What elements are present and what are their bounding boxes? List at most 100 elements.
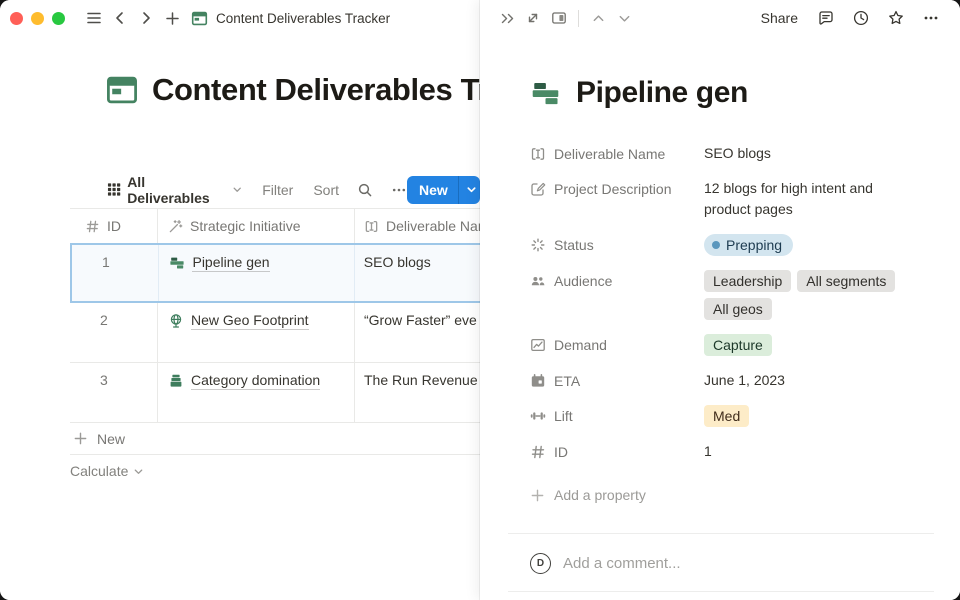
new-tab-button[interactable] <box>159 5 185 31</box>
history-button[interactable] <box>848 5 874 31</box>
hash-icon <box>530 444 546 460</box>
more-options-button[interactable] <box>918 5 944 31</box>
new-record-button[interactable]: New <box>407 176 458 204</box>
demand-tag[interactable]: Capture <box>704 334 772 356</box>
property-label-text: Status <box>554 237 594 253</box>
property-label[interactable]: ID <box>530 441 704 460</box>
audience-tag[interactable]: All segments <box>797 270 895 292</box>
stacked-books-icon <box>168 373 184 389</box>
hamburger-icon <box>85 9 103 27</box>
share-button[interactable]: Share <box>755 10 804 26</box>
star-icon <box>887 9 905 27</box>
sidebar-toggle-button[interactable] <box>81 5 107 31</box>
initiative-link[interactable]: Pipeline gen <box>169 254 353 272</box>
property-value[interactable]: 1 <box>704 441 712 462</box>
property-label-text: ETA <box>554 373 580 389</box>
next-record-button[interactable] <box>611 5 637 31</box>
filter-button[interactable]: Filter <box>262 182 293 198</box>
cell-id[interactable]: 3 <box>70 363 158 422</box>
property-label[interactable]: Status <box>530 234 704 253</box>
audience-tag[interactable]: Leadership <box>704 270 791 292</box>
page-database-icon[interactable] <box>105 73 139 107</box>
side-peek-button[interactable] <box>546 5 572 31</box>
status-tag[interactable]: Prepping <box>704 234 793 256</box>
initiative-link[interactable]: Category domination <box>168 372 354 390</box>
property-label-text: Demand <box>554 337 607 353</box>
cell-initiative[interactable]: Category domination <box>158 363 355 422</box>
lift-tag[interactable]: Med <box>704 405 749 427</box>
property-value: Leadership All segments All geos <box>704 270 912 320</box>
status-tag-text: Prepping <box>726 235 782 255</box>
comment-icon <box>817 9 835 27</box>
record-title[interactable]: Pipeline gen <box>576 76 748 110</box>
initiative-link-text: Category domination <box>191 372 320 390</box>
chevron-down-icon <box>232 184 242 195</box>
cell-initiative[interactable]: New Geo Footprint <box>158 303 355 362</box>
favorite-button[interactable] <box>883 5 909 31</box>
double-chevron-right-icon <box>499 10 516 27</box>
cell-id[interactable]: 2 <box>70 303 158 362</box>
property-label[interactable]: Lift <box>530 405 704 424</box>
clock-icon <box>852 9 870 27</box>
window-controls <box>10 12 81 25</box>
app-window: Content Deliverables Tracker Content Del… <box>0 0 960 600</box>
breadcrumb[interactable]: Content Deliverables Tracker <box>191 10 390 27</box>
property-row-deliverable-name: Deliverable Name SEO blogs <box>530 136 912 171</box>
add-property-button[interactable]: Add a property <box>530 483 912 507</box>
open-full-page-button[interactable] <box>520 5 546 31</box>
property-label-text: Lift <box>554 408 573 424</box>
forward-button[interactable] <box>133 5 159 31</box>
view-tab-all-deliverables[interactable]: All Deliverables <box>107 174 242 206</box>
audience-tag[interactable]: All geos <box>704 298 772 320</box>
property-value: Prepping <box>704 234 793 256</box>
sort-button[interactable]: Sort <box>313 182 339 198</box>
column-header-initiative[interactable]: Strategic Initiative <box>158 209 355 243</box>
cell-id[interactable]: 1 <box>72 245 159 301</box>
comment-input[interactable] <box>563 555 903 572</box>
plus-icon <box>164 10 181 27</box>
search-icon <box>357 182 373 198</box>
audience-tags: Leadership All segments All geos <box>704 270 912 320</box>
property-value[interactable]: June 1, 2023 <box>704 370 785 391</box>
minimize-window-button[interactable] <box>31 12 44 25</box>
comments-button[interactable] <box>813 5 839 31</box>
cell-initiative[interactable]: Pipeline gen <box>159 245 354 301</box>
property-label[interactable]: Project Description <box>530 178 704 197</box>
property-label[interactable]: Audience <box>530 270 704 289</box>
chevron-down-icon <box>466 184 477 195</box>
dumbbell-icon <box>530 408 546 424</box>
expand-diagonal-icon <box>525 10 541 26</box>
calculate-label: Calculate <box>70 463 128 479</box>
property-label[interactable]: Demand <box>530 334 704 353</box>
chevron-down-icon <box>617 11 632 26</box>
initiative-link[interactable]: New Geo Footprint <box>168 312 354 330</box>
property-label[interactable]: ETA <box>530 370 704 389</box>
wand-icon <box>168 219 183 234</box>
line-chart-icon <box>530 337 546 353</box>
hash-icon <box>85 219 100 234</box>
new-record-dropdown-button[interactable] <box>458 176 480 204</box>
close-window-button[interactable] <box>10 12 23 25</box>
close-peek-button[interactable] <box>494 5 520 31</box>
zoom-window-button[interactable] <box>52 12 65 25</box>
globe-icon <box>168 313 184 329</box>
property-value[interactable]: 12 blogs for high intent and product pag… <box>704 178 912 220</box>
property-label-text: Project Description <box>554 181 672 197</box>
property-label[interactable]: Deliverable Name <box>530 143 704 162</box>
initiative-link-text: New Geo Footprint <box>191 312 309 330</box>
peek-toolbar: Share <box>480 0 960 36</box>
column-header-id[interactable]: ID <box>70 209 158 243</box>
title-text-icon <box>364 219 379 234</box>
back-button[interactable] <box>107 5 133 31</box>
edit-icon <box>530 181 546 197</box>
property-value[interactable]: SEO blogs <box>704 143 771 164</box>
funnel-bars-icon[interactable] <box>530 78 561 109</box>
search-button[interactable] <box>357 182 373 198</box>
peek-panel: Share Pipeline gen <box>480 0 960 600</box>
view-options-button[interactable] <box>391 182 407 198</box>
property-row-id: ID 1 <box>530 434 912 469</box>
plus-icon <box>73 431 88 446</box>
property-row-project-description: Project Description 12 blogs for high in… <box>530 171 912 227</box>
previous-record-button[interactable] <box>585 5 611 31</box>
property-value: Med <box>704 405 749 427</box>
